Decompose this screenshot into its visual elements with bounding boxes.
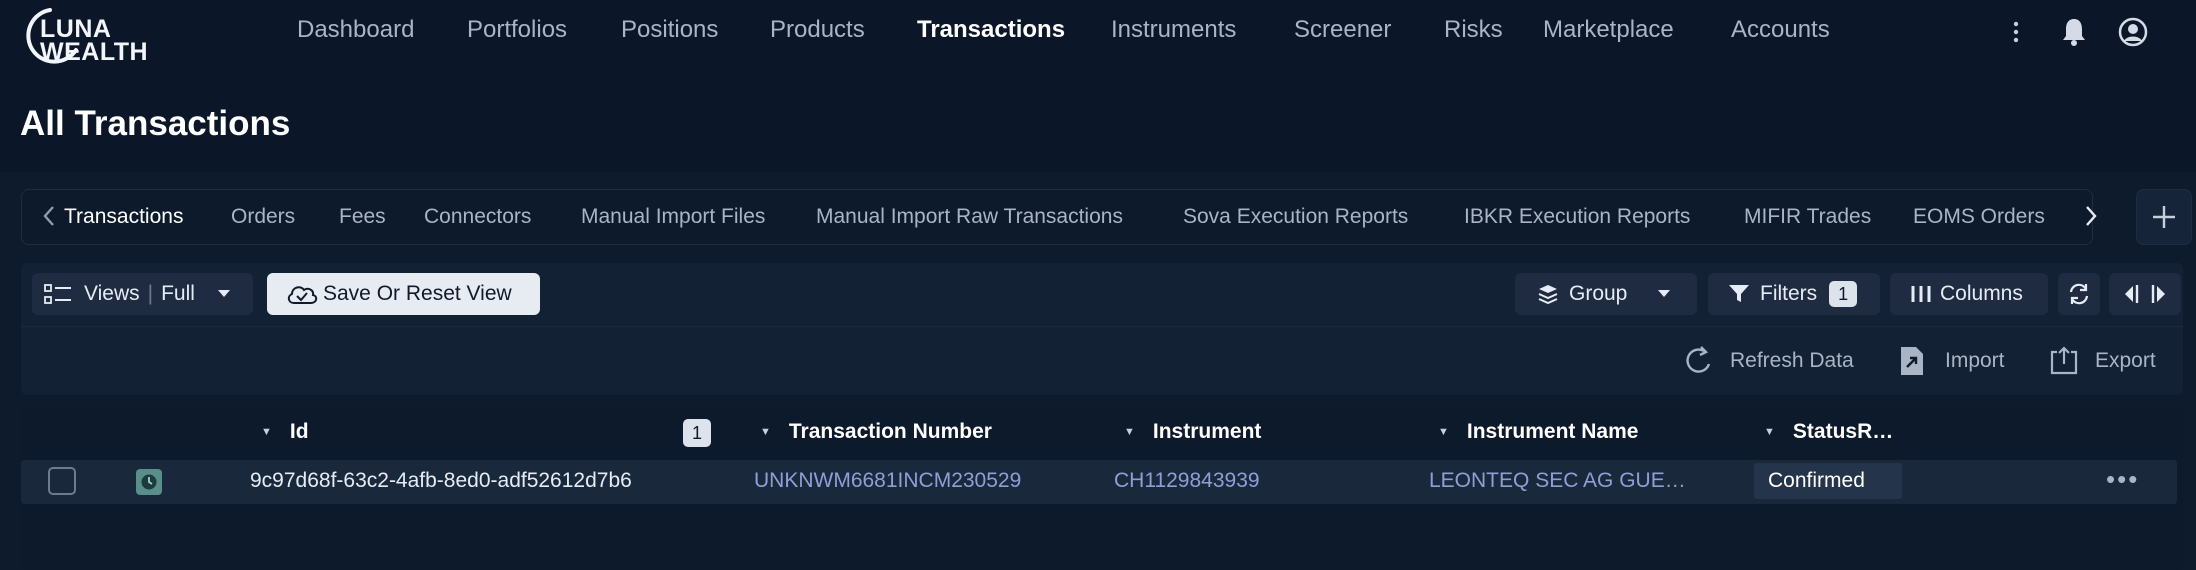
tab-transactions[interactable]: Transactions [64, 205, 183, 229]
nav-item-products[interactable]: Products [770, 16, 865, 44]
tab-scroll-left-icon[interactable] [38, 203, 60, 229]
filters-button[interactable]: Filters 1 [1708, 273, 1880, 315]
nav-item-portfolios[interactable]: Portfolios [467, 16, 567, 44]
export-icon [2050, 346, 2078, 375]
group-label: Group [1569, 282, 1628, 305]
tab-manual-import-files[interactable]: Manual Import Files [581, 205, 765, 229]
column-header-instrument-name[interactable]: ▼ Instrument Name [1438, 420, 1638, 444]
filters-count-badge: 1 [1829, 281, 1858, 307]
column-header-instrument-name-label: Instrument Name [1466, 420, 1639, 443]
nav-item-marketplace[interactable]: Marketplace [1543, 16, 1674, 44]
nav-item-screener[interactable]: Screener [1294, 16, 1391, 44]
sort-caret-icon: ▼ [1438, 426, 1449, 438]
luna-wealth-logo[interactable]: LUNA WEALTH [20, 6, 150, 66]
nav-item-risks[interactable]: Risks [1444, 16, 1503, 44]
tab-ibkr-execution-reports[interactable]: IBKR Execution Reports [1464, 205, 1690, 229]
columns-icon [1911, 286, 1931, 302]
status-badge: Confirmed [1754, 463, 1902, 499]
logo-line-2: WEALTH [40, 38, 149, 66]
sort-caret-icon: ▼ [760, 426, 771, 438]
tab-eoms-orders[interactable]: EOMS Orders [1913, 205, 2045, 229]
nav-item-transactions[interactable]: Transactions [917, 16, 1065, 44]
caret-down-icon [1658, 290, 1671, 297]
tab-sova-execution-reports[interactable]: Sova Execution Reports [1183, 205, 1408, 229]
toolbar-divider [21, 326, 2183, 327]
column-header-status-label: StatusR… [1792, 420, 1894, 443]
views-value: Full [161, 282, 195, 305]
cell-instrument-link[interactable]: CH1129843939 [1114, 469, 1260, 493]
sort-caret-icon: ▼ [1124, 426, 1135, 438]
export-action[interactable]: Export [2049, 344, 2156, 378]
import-label: Import [1945, 349, 2005, 372]
column-header-status[interactable]: ▼ StatusR… [1764, 420, 1893, 444]
import-action[interactable]: Import [1899, 344, 2005, 378]
reset-layout-button[interactable] [2058, 273, 2100, 315]
cloud-check-icon [287, 286, 318, 304]
cell-instrument-name-link[interactable]: LEONTEQ SEC AG GUE… [1429, 469, 1686, 493]
tab-fees[interactable]: Fees [339, 205, 386, 229]
import-file-icon [1901, 347, 1923, 375]
tab-scroll-right-icon[interactable] [2080, 203, 2102, 229]
filter-funnel-icon [1729, 285, 1749, 302]
nav-item-accounts[interactable]: Accounts [1731, 16, 1830, 44]
add-tab-button[interactable] [2136, 189, 2192, 245]
sort-caret-icon: ▼ [261, 426, 272, 438]
cell-transaction-number-link[interactable]: UNKNWM6681INCM230529 [754, 469, 1021, 493]
tab-orders[interactable]: Orders [231, 205, 295, 229]
column-header-id[interactable]: ▼ Id [261, 420, 309, 444]
tab-connectors[interactable]: Connectors [424, 205, 531, 229]
sync-icon [2069, 283, 2089, 305]
page-title: All Transactions [20, 104, 291, 143]
column-header-id-label: Id [289, 420, 309, 443]
refresh-data-label: Refresh Data [1730, 349, 1854, 372]
layers-icon [1538, 285, 1558, 305]
pending-clock-icon [136, 469, 162, 495]
row-actions-menu-icon[interactable]: ••• [2106, 464, 2139, 495]
logo-text: LUNA WEALTH [40, 17, 149, 66]
nav-item-positions[interactable]: Positions [621, 16, 718, 44]
refresh-icon [1686, 346, 1711, 373]
views-label: Views [84, 282, 140, 305]
caret-down-icon [217, 290, 230, 297]
cell-id: 9c97d68f-63c2-4afb-8ed0-adf52612d7b6 [250, 469, 632, 492]
views-dropdown[interactable]: Views | Full [32, 273, 253, 315]
export-label: Export [2095, 349, 2156, 372]
column-header-instrument-label: Instrument [1152, 420, 1262, 443]
views-separator: | [147, 282, 154, 305]
nav-item-instruments[interactable]: Instruments [1111, 16, 1236, 44]
sort-caret-icon: ▼ [1764, 426, 1775, 438]
plus-icon [2153, 206, 2175, 228]
list-view-icon [44, 284, 71, 304]
nav-item-dashboard[interactable]: Dashboard [297, 16, 414, 44]
save-or-reset-view-button[interactable]: Save Or Reset View [267, 273, 540, 315]
tab-mifir-trades[interactable]: MIFIR Trades [1744, 205, 1871, 229]
sort-order-badge: 1 [683, 419, 711, 447]
collapse-expand-panels-button[interactable] [2109, 273, 2181, 315]
save-or-reset-view-label: Save Or Reset View [323, 282, 512, 305]
columns-label: Columns [1940, 282, 2023, 305]
top-navigation: LUNA WEALTH Dashboard Portfolios Positio… [0, 0, 2196, 66]
user-avatar-icon[interactable] [2117, 16, 2149, 48]
column-header-transaction-number[interactable]: ▼ Transaction Number [760, 420, 992, 444]
refresh-data-action[interactable]: Refresh Data [1684, 344, 1854, 378]
column-header-instrument[interactable]: ▼ Instrument [1124, 420, 1261, 444]
columns-button[interactable]: Columns [1890, 273, 2048, 315]
filters-label: Filters [1760, 282, 1818, 305]
column-header-transaction-number-label: Transaction Number [788, 420, 992, 443]
group-dropdown[interactable]: Group [1515, 273, 1697, 315]
more-vertical-icon[interactable] [2000, 16, 2032, 48]
tab-manual-import-raw-transactions[interactable]: Manual Import Raw Transactions [816, 205, 1123, 229]
bell-icon[interactable] [2058, 16, 2090, 48]
row-select-checkbox[interactable] [48, 467, 76, 495]
panel-toggle-icon [2125, 285, 2165, 303]
